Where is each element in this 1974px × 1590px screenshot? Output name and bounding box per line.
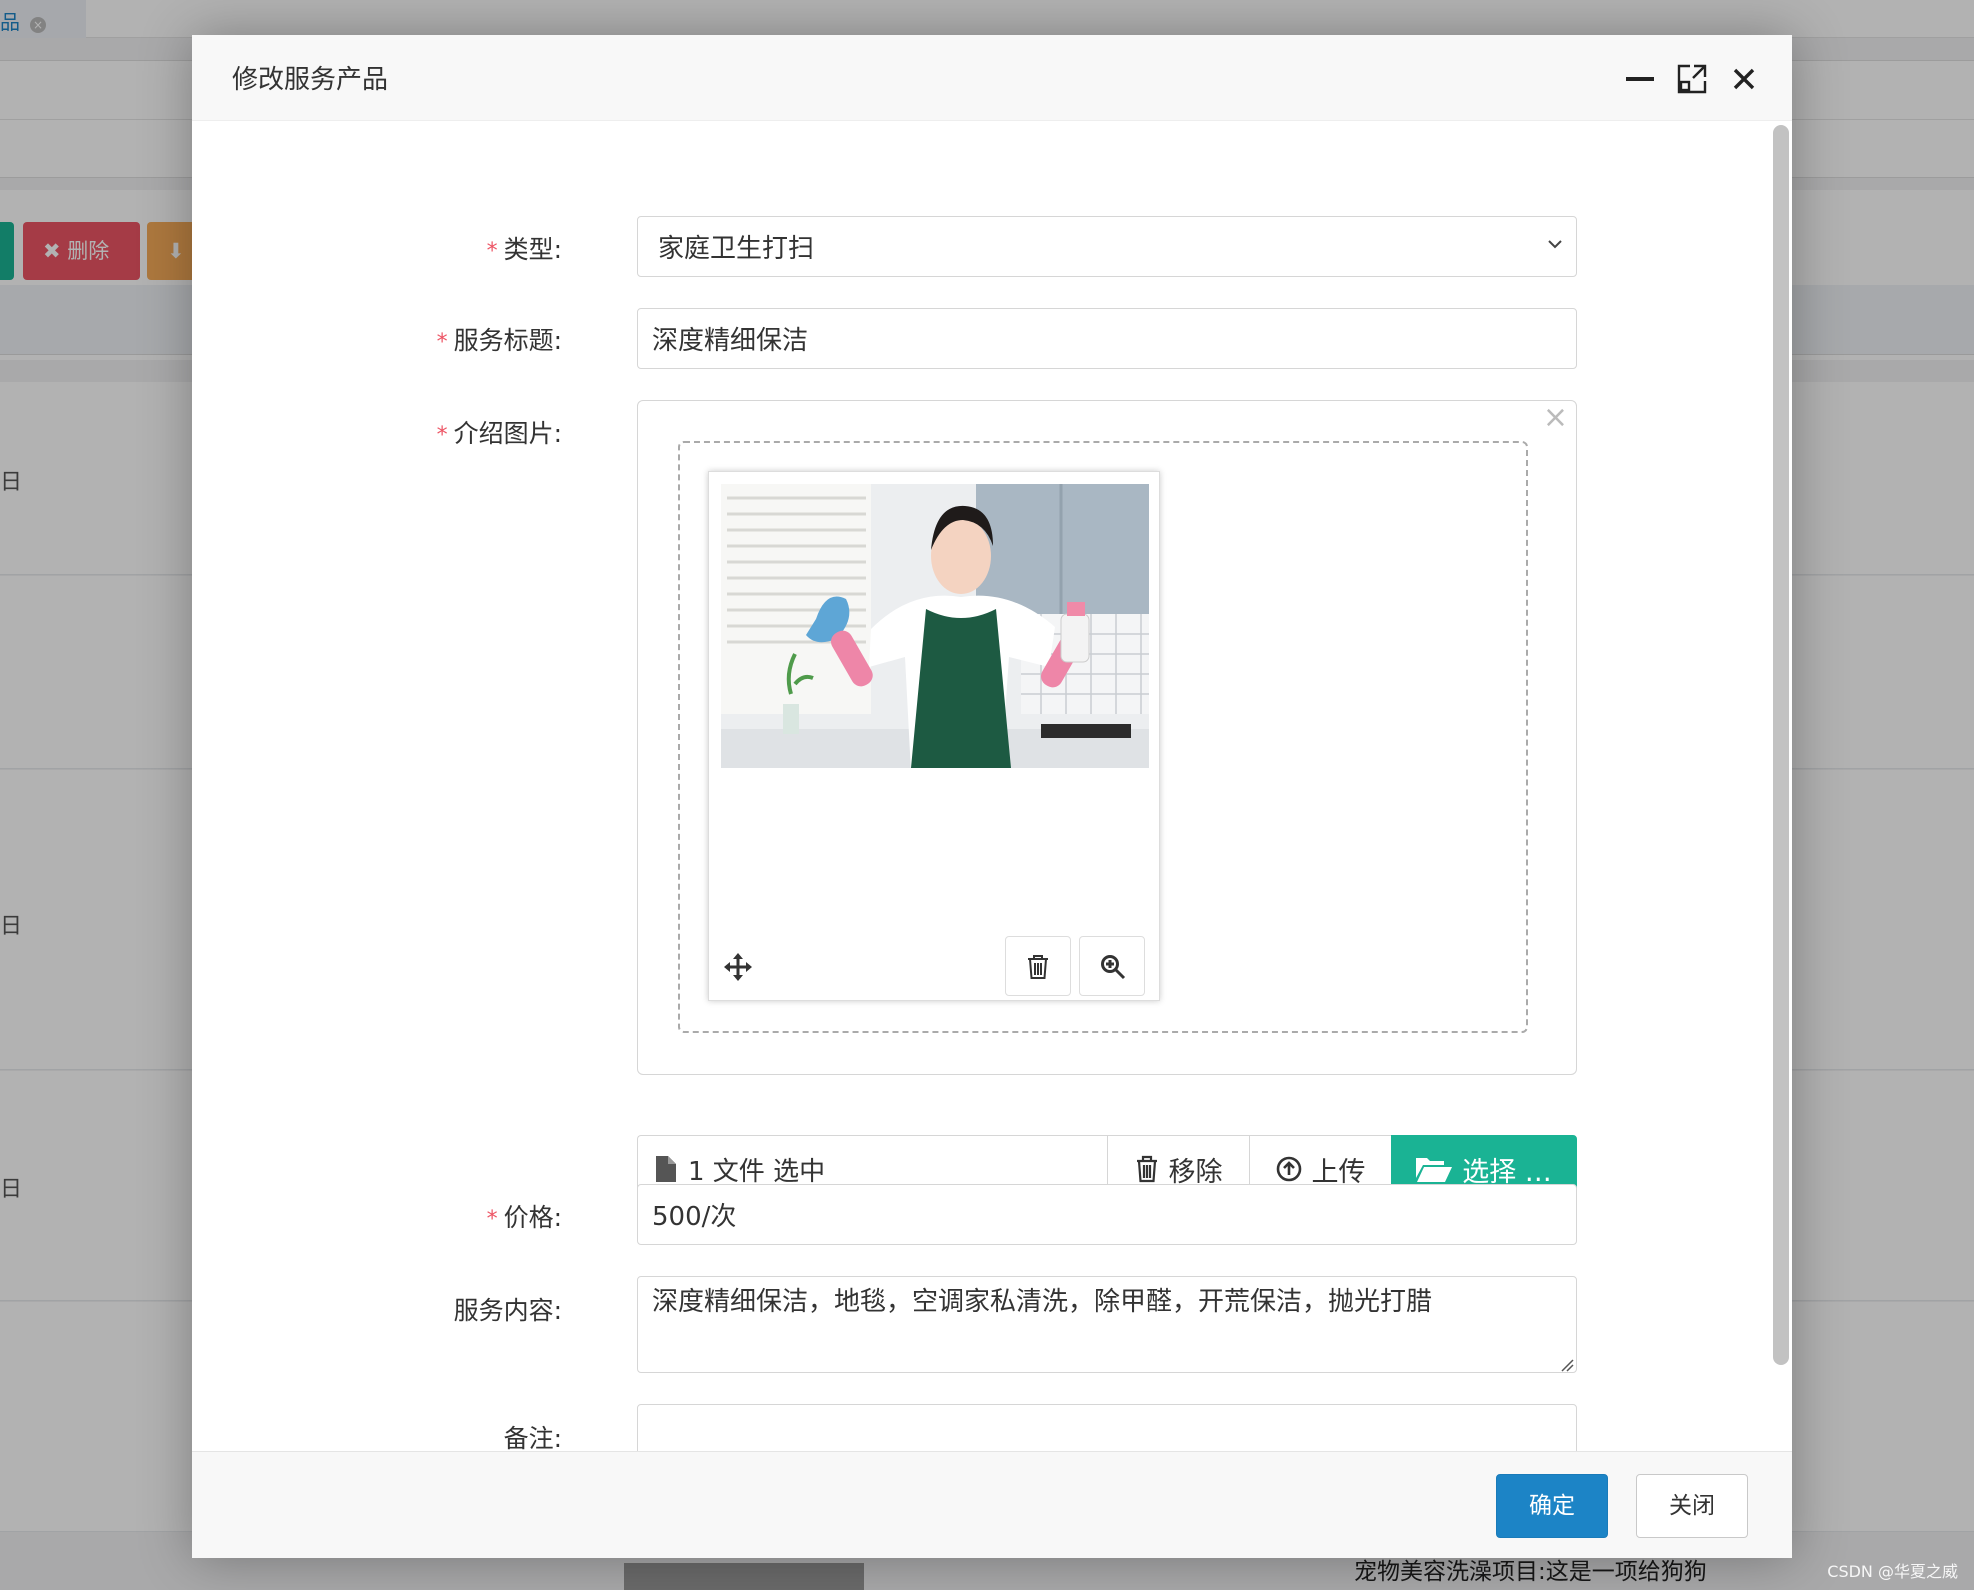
dialog-footer: 确定 关闭 bbox=[192, 1451, 1792, 1558]
file-browse-label: 选择 … bbox=[1462, 1156, 1552, 1188]
remark-label: 备注: bbox=[503, 1424, 562, 1451]
zoom-in-icon bbox=[1101, 955, 1126, 980]
file-upload-label: 上传 bbox=[1311, 1156, 1366, 1188]
watermark: CSDN @华夏之威 bbox=[1827, 1562, 1958, 1581]
price-input[interactable]: 500/次 bbox=[637, 1184, 1577, 1245]
file-drop-zone[interactable] bbox=[678, 441, 1528, 1033]
close-button[interactable]: 关闭 bbox=[1636, 1474, 1748, 1538]
dialog-title: 修改服务产品 bbox=[232, 65, 389, 95]
dialog-body: * 类型: 家庭卫生打扫 * 服务标题: 深度精细保洁 * 介绍图片: × 1 … bbox=[192, 121, 1792, 1451]
price-value: 500/次 bbox=[652, 1202, 737, 1232]
trash-icon bbox=[1028, 955, 1048, 979]
content-label: 服务内容: bbox=[453, 1296, 562, 1325]
type-select[interactable]: 家庭卫生打扫 bbox=[637, 216, 1577, 277]
content-textarea[interactable]: 深度精细保洁，地毯，空调家私清洗，除甲醛，开荒保洁，抛光打腊 bbox=[637, 1276, 1577, 1373]
edit-service-dialog: 修改服务产品 * 类型: 家庭卫生打扫 * 服务标题: 深度精细保洁 * 介绍图片: … bbox=[192, 35, 1792, 1558]
service-title-label: * 服务标题: bbox=[436, 326, 562, 355]
file-thumbnail bbox=[708, 471, 1160, 1001]
trash-icon bbox=[1136, 1155, 1157, 1183]
type-label: * 类型: bbox=[486, 235, 562, 264]
file-remove-label: 移除 bbox=[1168, 1156, 1223, 1188]
folder-open-icon bbox=[1416, 1158, 1453, 1182]
remark-textarea[interactable] bbox=[637, 1404, 1577, 1451]
close-icon[interactable] bbox=[1728, 63, 1760, 95]
thumbnail-zoom-button[interactable] bbox=[1079, 936, 1145, 996]
dialog-scrollbar[interactable] bbox=[1773, 125, 1789, 1365]
intro-image-label: * 介绍图片: bbox=[436, 419, 562, 448]
resize-grip-icon[interactable] bbox=[1560, 1358, 1574, 1372]
image-upload-preview: × bbox=[637, 400, 1577, 1075]
file-icon bbox=[656, 1156, 676, 1182]
dialog-header: 修改服务产品 bbox=[192, 35, 1792, 121]
service-title-input[interactable]: 深度精细保洁 bbox=[637, 308, 1577, 369]
preview-image bbox=[721, 484, 1149, 768]
maximize-icon[interactable] bbox=[1676, 63, 1708, 95]
file-caption-text: 1 文件 选中 bbox=[688, 1156, 826, 1187]
minimize-icon[interactable] bbox=[1624, 63, 1656, 95]
preview-clear-icon[interactable]: × bbox=[1543, 403, 1568, 433]
upload-circle-icon bbox=[1276, 1156, 1301, 1182]
drag-move-icon[interactable] bbox=[723, 952, 753, 982]
thumbnail-delete-button[interactable] bbox=[1005, 936, 1071, 996]
chevron-down-icon bbox=[1548, 240, 1562, 249]
service-title-value: 深度精细保洁 bbox=[652, 326, 809, 356]
price-label: * 价格: bbox=[486, 1203, 562, 1232]
type-select-value: 家庭卫生打扫 bbox=[658, 234, 815, 264]
confirm-button[interactable]: 确定 bbox=[1496, 1474, 1608, 1538]
